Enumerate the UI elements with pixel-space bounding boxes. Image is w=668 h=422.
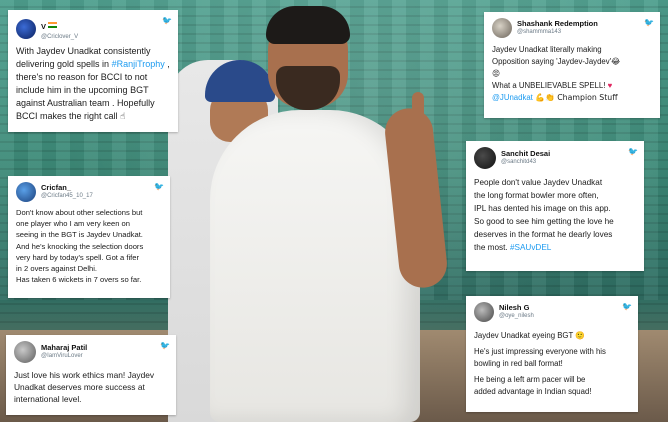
tweet-text: Jaydev Unadkat literally making Oppositi… [492,44,652,104]
tweet-line-text: Jaydev Unadkat eyeing BGT [474,331,576,340]
tweet-line: there's no reason for BCCI to not [16,72,148,83]
twitter-bird-icon: 🐦 [644,18,654,27]
player-hair [266,6,350,44]
tweet-line-text: , [164,59,170,70]
tweet-line: Unadkat deserves more success at [14,382,145,392]
tweet-line: Jaydev Unadkat literally making [492,45,602,54]
tweet-card-sanchit-desai[interactable]: 🐦 Sanchit Desai @sanchitd43 People don't… [466,141,644,271]
angry-emoji-icon: 😡 [492,69,501,78]
pointing-up-emoji-icon: ☝ [120,112,126,123]
tweet-card-maharaj-patil[interactable]: 🐦 Maharaj Patil @IamViruLover Just love … [6,335,176,415]
user-name[interactable]: Maharaj Patil [41,344,87,353]
tweet-line-text: BCCI makes the right call [16,111,118,122]
tweet-line: And he's knocking the selection doors [16,241,144,251]
user-name[interactable]: Sanchit Desai [501,150,550,159]
user-handle[interactable]: @Criclover_V [41,34,78,41]
heart-icon: ♥ [607,81,613,90]
tweet-line-text: What a UNBELIEVABLE SPELL! [492,81,608,90]
avatar[interactable] [474,147,496,169]
tweet-line-text: 💪👏 Champion Stuff [532,93,618,102]
tweet-line: the most. #SAUvDEL [474,241,636,254]
tweet-line: Opposition saying 'Jaydev-Jaydev'😂 [492,56,652,68]
avatar[interactable] [16,182,36,202]
tweet-line: against Australian team . Hopefully [16,98,155,109]
tweet-line: added advantage in Indian squad! [474,386,592,396]
tweet-line: very hard by today's spell. Got a fifer [16,252,140,262]
tweet-line: 😡 [492,68,652,80]
avatar[interactable] [492,18,512,38]
tweet-text: Don't know about other selections but on… [16,207,162,285]
india-flag-icon [48,21,58,28]
tweet-line: include him in the upcoming BGT [16,85,149,96]
tweet-line: one player who I am very keen on [16,219,130,229]
tweet-line: Has taken 6 wickets in 7 overs so far. [16,275,142,285]
user-handle[interactable]: @shammma143 [517,29,598,36]
hashtag-ranjitrophy[interactable]: #RanjiTrophy [112,59,165,69]
user-name[interactable]: Shashank Redemption [517,20,598,29]
tweet-line: the long format bowler more often, [474,191,599,200]
tweet-text: Just love his work ethics man! Jaydev Un… [14,369,168,405]
tweet-line: He's just impressing everyone with his [474,347,606,357]
tweet-line: IPL has dented his image on this app. [474,204,611,213]
hashtag-sauvdel[interactable]: #SAUvDEL [510,243,551,252]
tweet-card-nilesh-g[interactable]: 🐦 Nilesh G @oye_nilesh Jaydev Unadkat ey… [466,296,638,412]
tweet-line: delivering gold spells in #RanjiTrophy , [16,58,170,71]
tweet-line-text: Opposition saying 'Jaydev-Jaydev' [492,57,612,66]
user-name[interactable]: V [41,22,46,31]
tweet-line: With Jaydev Unadkat consistently [16,46,151,57]
tweet-card-v[interactable]: 🐦 V @Criclover_V With Jaydev Unadkat con… [8,10,178,132]
tweet-text: People don't value Jaydev Unadkat the lo… [474,176,636,254]
tweet-line: People don't value Jaydev Unadkat [474,178,603,187]
user-handle[interactable]: @oye_nilesh [499,313,534,320]
user-handle[interactable]: @Cricfan45_10_17 [41,193,93,200]
tweet-line-text: the most. [474,243,510,252]
tweet-line: What a UNBELIEVABLE SPELL! ♥ [492,80,652,92]
tweet-line: bowling in red ball format! [474,358,563,368]
user-name[interactable]: Cricfan_ [41,184,93,193]
twitter-bird-icon: 🐦 [154,182,164,191]
tweet-line: international level. [14,394,82,404]
tweet-line: BCCI makes the right call ☝ [16,110,170,124]
tweet-line: seeing in the BGT is Jaydev Unadkat. [16,230,143,240]
laughing-emoji-icon: 😂 [611,57,621,66]
tweet-card-cricfan[interactable]: 🐦 Cricfan_ @Cricfan45_10_17 Don't know a… [8,176,170,298]
mention-junadkat[interactable]: @JUnadkat [492,93,533,102]
avatar[interactable] [474,302,494,322]
twitter-bird-icon: 🐦 [628,147,638,156]
user-name[interactable]: Nilesh G [499,304,534,313]
tweet-text: With Jaydev Unadkat consistently deliver… [16,45,170,124]
tweet-line: in 2 overs against Delhi. [16,264,98,274]
tweet-line: Just love his work ethics man! Jaydev [14,370,155,380]
avatar[interactable] [16,18,36,39]
tweet-line: Don't know about other selections but [16,208,143,217]
tweet-card-shashank-redemption[interactable]: 🐦 Shashank Redemption @shammma143 Jaydev… [484,12,660,118]
twitter-bird-icon: 🐦 [162,16,172,25]
twitter-bird-icon: 🐦 [622,302,632,311]
tweet-line: @JUnadkat 💪👏 Champion Stuff [492,92,652,104]
tweet-line-text: delivering gold spells in [16,59,112,70]
twitter-bird-icon: 🐦 [160,341,170,350]
tweet-line: So good to see him getting the love he [474,217,614,226]
avatar[interactable] [14,341,36,363]
tweet-line: deserves in the format he dearly loves [474,230,613,239]
user-handle[interactable]: @IamViruLover [41,353,87,360]
tweet-line: He being a left arm pacer will be [474,375,586,385]
smile-emoji-icon: 🙂 [575,331,585,340]
user-handle[interactable]: @sanchitd43 [501,159,550,166]
tweet-text: Jaydev Unadkat eyeing BGT 🙂 He's just im… [474,330,630,397]
player-pointing-finger [412,92,424,126]
tweet-line: Jaydev Unadkat eyeing BGT 🙂 [474,330,630,341]
